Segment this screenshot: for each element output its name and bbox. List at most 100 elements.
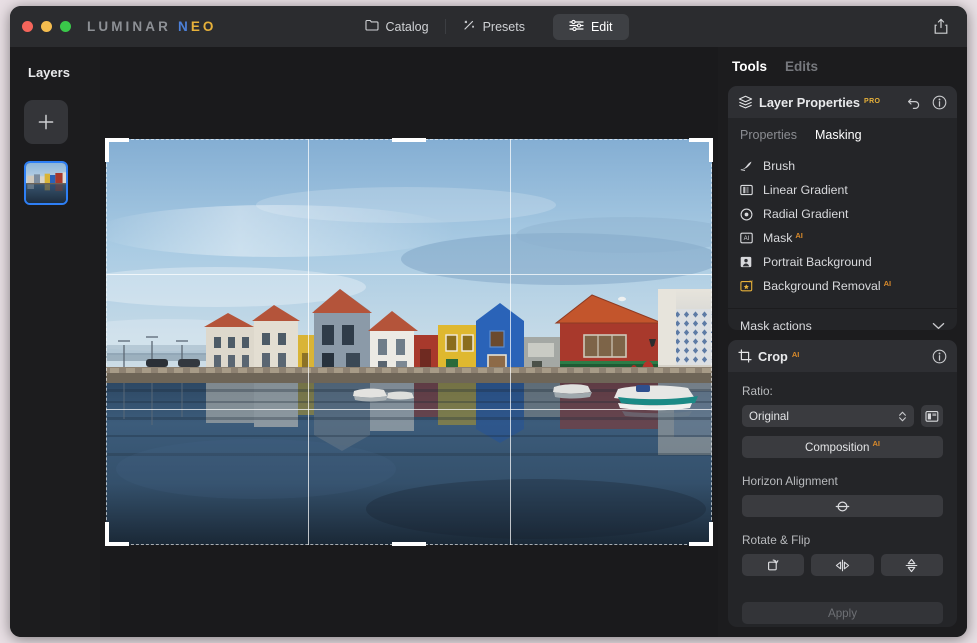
- subtab-properties[interactable]: Properties: [740, 128, 797, 142]
- ratio-row: Original: [742, 405, 943, 427]
- ai-badge-background-removal: AI: [884, 279, 892, 288]
- horizon-section: Horizon Alignment: [742, 474, 943, 517]
- undo-icon[interactable]: [907, 96, 921, 109]
- masking-tool-linear-gradient[interactable]: Linear Gradient: [728, 178, 957, 202]
- background-removal-icon: PRO: [740, 280, 754, 292]
- svg-text:PRO: PRO: [749, 280, 753, 284]
- maximize-window-button[interactable]: [60, 21, 71, 32]
- masking-tool-portrait-background[interactable]: Portrait Background: [728, 250, 957, 274]
- linear-gradient-icon: [740, 184, 754, 196]
- export-share-icon[interactable]: [929, 15, 953, 39]
- crop-header-icons: [932, 349, 947, 364]
- tab-edit-label: Edit: [591, 20, 613, 34]
- magic-wand-icon: [462, 18, 476, 35]
- logo-n: N: [178, 19, 191, 34]
- masking-tool-portrait-background-label: Portrait Background: [763, 255, 872, 269]
- flip-vertical-button[interactable]: [881, 554, 943, 576]
- luminar-neo-window: LUMINAR N EO Catalog Pres: [10, 6, 967, 637]
- app-logo: LUMINAR N EO: [87, 19, 217, 34]
- tools-panel-tabs: Tools Edits: [728, 59, 957, 86]
- traffic-lights: [22, 21, 71, 32]
- rotate-flip-buttons: [742, 554, 943, 576]
- minimize-window-button[interactable]: [41, 21, 52, 32]
- info-icon[interactable]: [932, 95, 947, 110]
- close-window-button[interactable]: [22, 21, 33, 32]
- masking-tool-brush[interactable]: Brush: [728, 154, 957, 178]
- composition-button[interactable]: Composition AI: [742, 436, 943, 458]
- tab-edit[interactable]: Edit: [553, 14, 629, 40]
- ai-badge-crop: AI: [792, 350, 800, 359]
- crop-icon: [738, 349, 752, 363]
- plus-icon: [36, 112, 56, 132]
- ratio-select[interactable]: Original: [742, 405, 914, 427]
- masking-tool-portrait-background-label-group: Portrait Background: [763, 255, 872, 269]
- orientation-toggle-icon: [925, 410, 939, 423]
- horizon-alignment-icon: [835, 499, 850, 514]
- subtab-masking[interactable]: Masking: [815, 128, 862, 142]
- layer-thumbnail-canal-houses[interactable]: [24, 161, 68, 205]
- tools-panel: Tools Edits Layer Properties PRO: [718, 47, 967, 637]
- title-bar: LUMINAR N EO Catalog Pres: [10, 6, 967, 47]
- sliders-icon: [569, 19, 584, 34]
- flip-horizontal-icon: [834, 559, 851, 572]
- tab-presets-label: Presets: [483, 20, 525, 34]
- layer-properties-title: Layer Properties: [759, 95, 860, 110]
- crop-title-group: Crop AI: [758, 349, 799, 364]
- horizon-alignment-button[interactable]: [742, 495, 943, 517]
- add-layer-button[interactable]: [24, 100, 68, 144]
- masking-tool-mask[interactable]: AI Mask AI: [728, 226, 957, 250]
- info-icon[interactable]: [932, 349, 947, 364]
- ai-badge-mask: AI: [795, 231, 803, 240]
- masking-tool-linear-gradient-label-group: Linear Gradient: [763, 183, 848, 197]
- masking-tool-radial-gradient[interactable]: Radial Gradient: [728, 202, 957, 226]
- crop-title: Crop: [758, 349, 788, 364]
- layer-properties-subtabs: Properties Masking: [728, 118, 957, 150]
- tab-catalog[interactable]: Catalog: [348, 14, 444, 40]
- horizon-label: Horizon Alignment: [742, 474, 943, 488]
- ai-mask-icon: AI: [740, 232, 754, 244]
- main-mode-tabs: Catalog Presets: [348, 14, 628, 40]
- apply-button[interactable]: Apply: [742, 602, 943, 624]
- canvas-area[interactable]: [100, 47, 718, 637]
- flip-horizontal-button[interactable]: [811, 554, 873, 576]
- logo-eo: EO: [191, 19, 217, 34]
- radial-gradient-icon: [740, 208, 754, 221]
- layer-properties-header-icons: [907, 95, 947, 110]
- rotate-flip-label: Rotate & Flip: [742, 533, 943, 547]
- masking-tool-brush-label-group: Brush: [763, 159, 795, 173]
- rotate-icon: [766, 558, 781, 572]
- mask-actions-row[interactable]: Mask actions: [728, 308, 957, 330]
- main-body: Layers: [10, 47, 967, 637]
- masking-tool-brush-label: Brush: [763, 159, 795, 173]
- logo-luminar: LUMINAR: [87, 19, 171, 34]
- orientation-toggle-button[interactable]: [921, 405, 943, 427]
- mask-actions-label: Mask actions: [740, 319, 812, 331]
- ratio-select-value: Original: [749, 410, 789, 423]
- masking-tool-mask-label: Mask: [763, 231, 792, 245]
- masking-tool-background-removal-label: Background Removal: [763, 279, 881, 293]
- pro-badge: PRO: [864, 98, 880, 105]
- svg-text:AI: AI: [744, 236, 750, 242]
- masking-tool-radial-gradient-label: Radial Gradient: [763, 207, 848, 221]
- crop-header[interactable]: Crop AI: [728, 340, 957, 372]
- layer-properties-card: Layer Properties PRO: [728, 86, 957, 330]
- ratio-label: Ratio:: [742, 384, 943, 398]
- masking-tool-linear-gradient-label: Linear Gradient: [763, 183, 848, 197]
- masking-tool-radial-gradient-label-group: Radial Gradient: [763, 207, 848, 221]
- layers-title: Layers: [28, 65, 70, 80]
- brush-icon: [740, 160, 754, 172]
- portrait-background-icon: [740, 256, 754, 268]
- chevron-updown-icon: [898, 410, 907, 423]
- layer-properties-title-group: Layer Properties PRO: [759, 95, 880, 110]
- tab-presets[interactable]: Presets: [446, 14, 541, 40]
- photo-with-crop[interactable]: [106, 139, 712, 545]
- flip-vertical-icon: [905, 557, 918, 574]
- rotate-button[interactable]: [742, 554, 804, 576]
- folder-icon: [364, 19, 378, 34]
- tab-tools[interactable]: Tools: [732, 59, 767, 74]
- tab-edits[interactable]: Edits: [785, 59, 818, 74]
- layer-properties-header[interactable]: Layer Properties PRO: [728, 86, 957, 118]
- crop-card: Crop AI Ratio:: [728, 340, 957, 627]
- masking-tool-background-removal[interactable]: PRO Background Removal AI: [728, 274, 957, 298]
- masking-tools-list: Brush Linear Gradient: [728, 150, 957, 308]
